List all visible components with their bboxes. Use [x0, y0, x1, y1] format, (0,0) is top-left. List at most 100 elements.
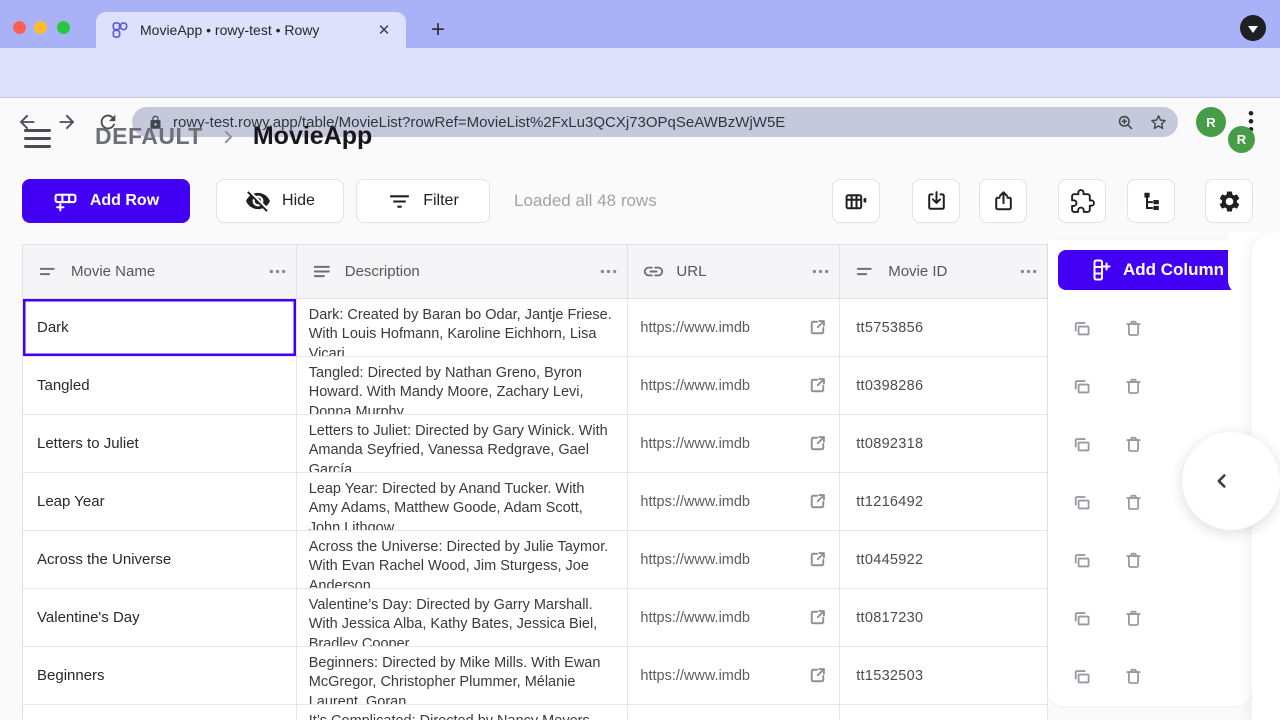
cell-description[interactable]: Letters to Juliet: Directed by Gary Wini… — [297, 415, 629, 473]
short-text-icon — [854, 260, 877, 283]
new-tab-button[interactable]: + — [422, 14, 454, 46]
external-link-icon[interactable] — [806, 548, 829, 571]
cell-url[interactable]: https://www.imdb — [628, 299, 840, 357]
external-link-icon[interactable] — [806, 432, 829, 455]
cell-movie-name[interactable]: Letters to Juliet — [23, 415, 297, 473]
cell-description[interactable]: Across the Universe: Directed by Julie T… — [297, 531, 629, 589]
export-button[interactable] — [979, 179, 1027, 223]
long-text-icon — [311, 260, 334, 283]
short-text-icon — [37, 260, 60, 283]
delete-row-icon[interactable] — [1122, 549, 1145, 572]
breadcrumb-workspace[interactable]: DEFAULT — [95, 123, 203, 150]
cell-description[interactable]: Dark: Created by Baran bo Odar, Jantje F… — [297, 299, 629, 357]
cell-description[interactable]: Leap Year: Directed by Anand Tucker. Wit… — [297, 473, 629, 531]
column-header-description[interactable]: Description — [297, 245, 629, 299]
cell-movie-name[interactable]: Tangled — [23, 357, 297, 415]
browser-tab[interactable]: MovieApp • rowy-test • Rowy ✕ — [96, 12, 406, 48]
delete-row-icon[interactable] — [1122, 607, 1145, 630]
duplicate-row-icon[interactable] — [1070, 433, 1093, 456]
cell-movie-name[interactable]: Across the Universe — [23, 531, 297, 589]
cell-movie-name[interactable]: Dark — [23, 299, 297, 357]
cell-movie-name[interactable]: Beginners — [23, 647, 297, 705]
delete-row-icon[interactable] — [1122, 433, 1145, 456]
column-menu-icon[interactable] — [1018, 261, 1039, 282]
external-link-icon[interactable] — [806, 374, 829, 397]
menu-hamburger-icon[interactable] — [24, 129, 51, 149]
duplicate-row-icon[interactable] — [1070, 317, 1093, 340]
cell-movie-id[interactable]: tt0398286 — [840, 357, 1048, 415]
cell-description[interactable]: It’s Complicated: Directed by Nancy Meye… — [297, 705, 629, 720]
cell-format-button[interactable] — [832, 179, 880, 223]
column-menu-icon[interactable] — [267, 261, 288, 282]
window-minimize-button[interactable] — [34, 21, 47, 34]
cell-url[interactable]: https://www.imdb — [628, 473, 840, 531]
tree-icon — [1139, 189, 1164, 214]
import-icon — [924, 189, 949, 214]
cell-movie-id[interactable]: tt1216492 — [840, 473, 1048, 531]
external-link-icon[interactable] — [806, 606, 829, 629]
duplicate-row-icon[interactable] — [1070, 375, 1093, 398]
cell-movie-name[interactable]: Leap Year — [23, 473, 297, 531]
table-row: Letters to Juliet Letters to Juliet: Dir… — [23, 415, 1048, 473]
column-menu-icon[interactable] — [598, 261, 619, 282]
table-row: Dark Dark: Created by Baran bo Odar, Jan… — [23, 299, 1048, 357]
column-header-movie-name[interactable]: Movie Name — [23, 245, 297, 299]
hide-columns-button[interactable]: Hide — [216, 179, 344, 223]
table-row: Valentine's Day Valentine’s Day: Directe… — [23, 589, 1048, 647]
browser-profile-avatar[interactable]: R — [1196, 107, 1226, 137]
breadcrumb: DEFAULT MovieApp — [95, 122, 372, 151]
export-icon — [991, 189, 1016, 214]
external-link-icon[interactable] — [806, 490, 829, 513]
delete-row-icon[interactable] — [1122, 317, 1145, 340]
cell-movie-id[interactable]: tt5753856 — [840, 299, 1048, 357]
link-icon — [642, 260, 665, 283]
forward-icon[interactable] — [56, 111, 78, 133]
cell-description[interactable]: Tangled: Directed by Nathan Greno, Byron… — [297, 357, 629, 415]
import-button[interactable] — [912, 179, 960, 223]
cell-movie-id[interactable]: tt0817230 — [840, 589, 1048, 647]
cell-movie-name[interactable]: Valentine's Day — [23, 589, 297, 647]
tab-close-icon[interactable]: ✕ — [374, 21, 394, 39]
extensions-button[interactable] — [1058, 179, 1106, 223]
duplicate-row-icon[interactable] — [1070, 491, 1093, 514]
tab-search-button[interactable] — [1240, 15, 1266, 41]
column-menu-icon[interactable] — [810, 261, 831, 282]
duplicate-row-icon[interactable] — [1070, 607, 1093, 630]
bookmark-star-icon[interactable] — [1149, 113, 1168, 132]
add-row-button[interactable]: Add Row — [22, 179, 190, 223]
cell-movie-id[interactable] — [840, 705, 1048, 720]
column-header-movie-id[interactable]: Movie ID — [840, 245, 1048, 299]
column-header-url[interactable]: URL — [628, 245, 840, 299]
zoom-page-icon[interactable] — [1116, 113, 1135, 132]
filter-button[interactable]: Filter — [356, 179, 490, 223]
external-link-icon[interactable] — [806, 664, 829, 687]
cell-url[interactable]: https://www.imdb — [628, 647, 840, 705]
cell-movie-id[interactable]: tt0892318 — [840, 415, 1048, 473]
hide-label: Hide — [282, 192, 315, 210]
window-close-button[interactable] — [13, 21, 26, 34]
cell-url[interactable] — [628, 705, 840, 720]
cell-movie-name[interactable] — [23, 705, 297, 720]
table-settings-button[interactable] — [1205, 179, 1253, 223]
delete-row-icon[interactable] — [1122, 665, 1145, 688]
external-link-icon[interactable] — [806, 316, 829, 339]
duplicate-row-icon[interactable] — [1070, 665, 1093, 688]
row-actions — [1048, 531, 1252, 589]
browser-toolbar: rowy-test.rowy.app/table/MovieList?rowRe… — [0, 48, 1280, 98]
cell-movie-id[interactable]: tt1532503 — [840, 647, 1048, 705]
cell-url[interactable]: https://www.imdb — [628, 531, 840, 589]
cell-movie-id[interactable]: tt0445922 — [840, 531, 1048, 589]
cell-url[interactable]: https://www.imdb — [628, 357, 840, 415]
duplicate-row-icon[interactable] — [1070, 549, 1093, 572]
delete-row-icon[interactable] — [1122, 491, 1145, 514]
delete-row-icon[interactable] — [1122, 375, 1145, 398]
cell-description[interactable]: Valentine’s Day: Directed by Garry Marsh… — [297, 589, 629, 647]
drawer-toggle-button[interactable] — [1182, 432, 1280, 530]
user-avatar[interactable]: R — [1228, 126, 1255, 153]
cell-description[interactable]: Beginners: Directed by Mike Mills. With … — [297, 647, 629, 705]
webhooks-button[interactable] — [1127, 179, 1175, 223]
cell-url[interactable]: https://www.imdb — [628, 415, 840, 473]
cell-url[interactable]: https://www.imdb — [628, 589, 840, 647]
window-zoom-button[interactable] — [57, 21, 70, 34]
table-row: Leap Year Leap Year: Directed by Anand T… — [23, 473, 1048, 531]
